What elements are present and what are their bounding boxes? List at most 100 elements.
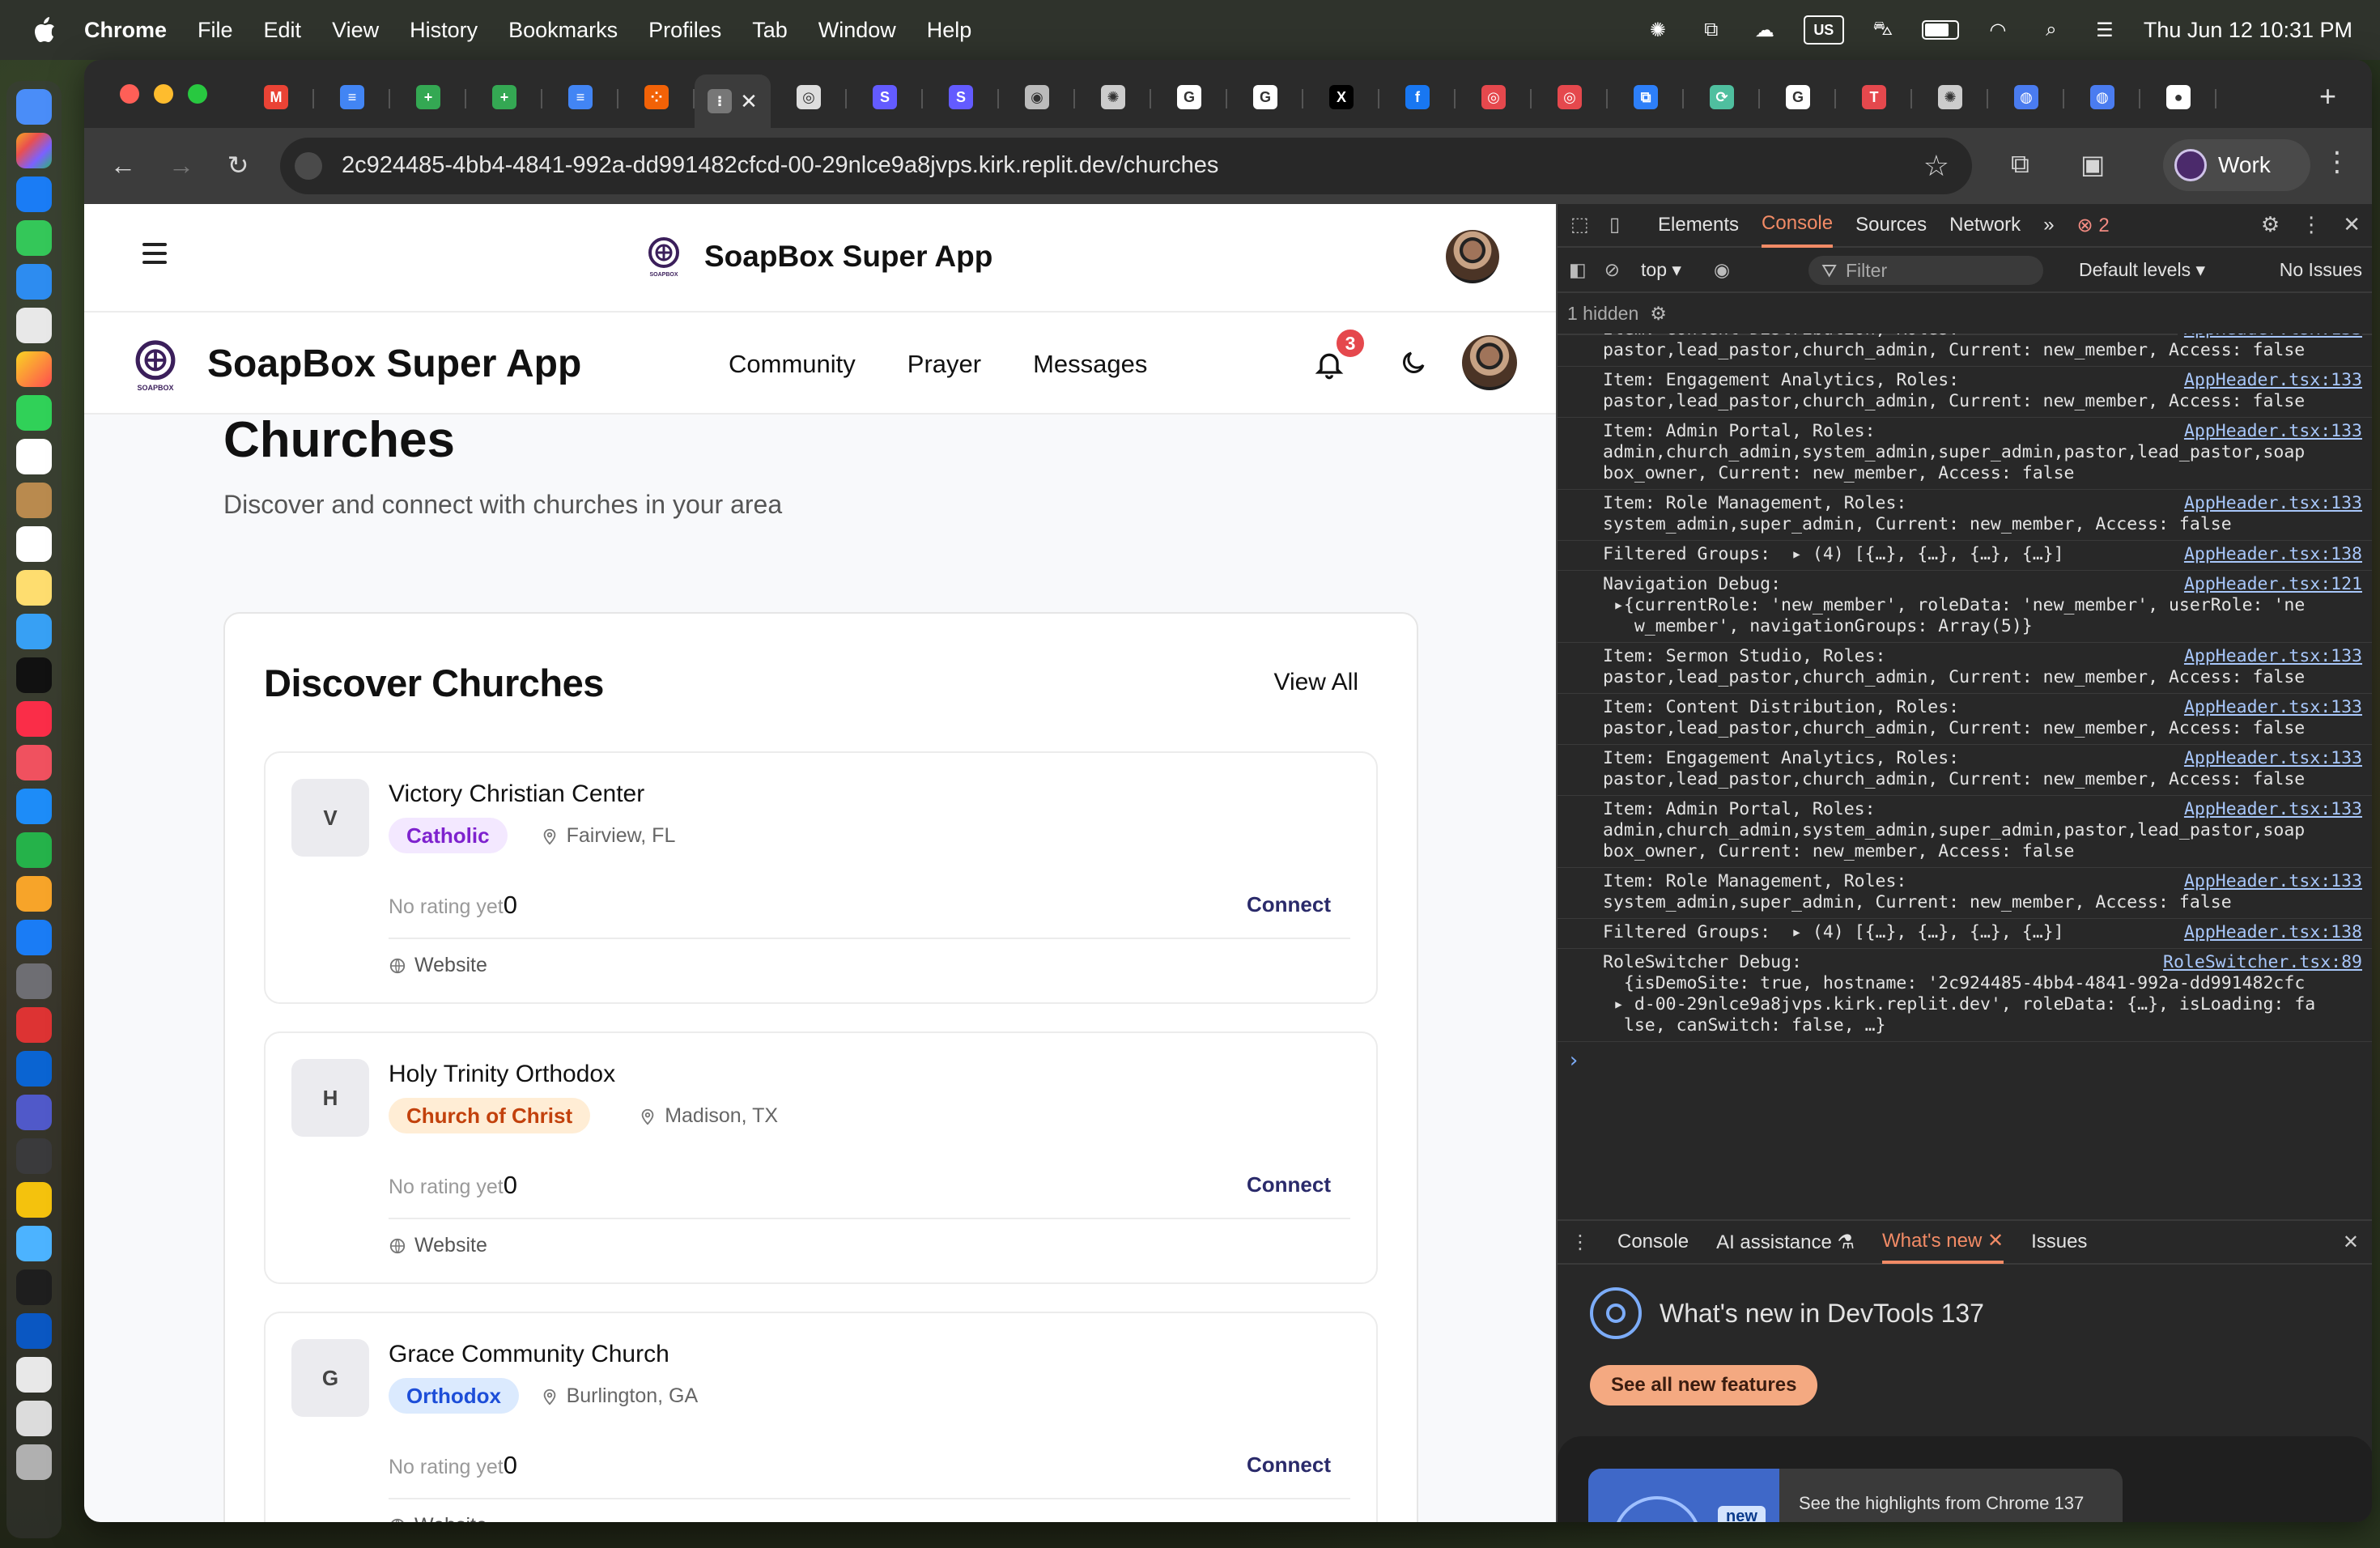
onepassword-icon[interactable] xyxy=(16,1313,52,1349)
browser-tab[interactable]: ◍ xyxy=(1988,74,2064,120)
menu-window[interactable]: Window xyxy=(818,18,896,43)
church-card[interactable]: H Holy Trinity Orthodox Church of Christ Ma… xyxy=(264,1031,1378,1284)
live-expression-eye-icon[interactable]: ◉ xyxy=(1714,259,1730,281)
browser-tab[interactable]: f xyxy=(1379,74,1456,120)
back-button[interactable]: ← xyxy=(107,149,139,181)
highlights-card[interactable]: new See the highlights from Chrome 137 xyxy=(1588,1469,2123,1522)
messages-icon[interactable] xyxy=(16,220,52,256)
browser-tab[interactable]: ⁝ ✕ xyxy=(695,74,771,128)
chatgpt-menu-icon[interactable]: ✺ xyxy=(1643,18,1672,42)
settings-gear-icon[interactable]: ⚙ xyxy=(2261,212,2280,237)
browser-tab[interactable]: ≡ xyxy=(314,74,390,120)
input-source-indicator[interactable]: US xyxy=(1803,15,1844,45)
extensions-icon[interactable]: ⧉ xyxy=(2011,149,2029,180)
mail-icon[interactable] xyxy=(16,264,52,300)
console-prompt[interactable]: › xyxy=(1558,1042,2372,1079)
pages-icon[interactable] xyxy=(16,876,52,912)
devtools-menu-icon[interactable]: ⋮ xyxy=(2301,212,2322,237)
browser-tab[interactable]: ✺ xyxy=(1075,74,1151,120)
see-all-features-button[interactable]: See all new features xyxy=(1590,1365,1818,1406)
source-link[interactable]: AppHeader.tsx:138 xyxy=(2177,544,2362,565)
browser-tab[interactable]: ◎ xyxy=(1456,74,1532,120)
cast-search-icon[interactable]: ▣ xyxy=(2080,149,2105,180)
control-center-icon[interactable]: ☰ xyxy=(2090,18,2119,42)
menu-view[interactable]: View xyxy=(332,18,379,43)
console-log-message[interactable]: Item: Content Distribution, Roles: pasto… xyxy=(1558,694,2372,745)
source-link[interactable]: AppHeader.tsx:133 xyxy=(2177,646,2362,667)
browser-tab[interactable]: G xyxy=(1227,74,1303,120)
brand-title[interactable]: SoapBox Super App xyxy=(207,342,581,386)
contacts-icon[interactable] xyxy=(16,483,52,518)
church-name[interactable]: Victory Christian Center xyxy=(389,780,644,808)
error-count[interactable]: ⊗ 2 xyxy=(2077,214,2110,237)
source-link[interactable]: AppHeader.tsx:133 xyxy=(2177,334,2362,340)
browser-tab[interactable]: S xyxy=(847,74,923,120)
browser-tab[interactable]: ● xyxy=(2140,74,2216,120)
site-info-icon[interactable] xyxy=(295,152,322,180)
source-link[interactable]: AppHeader.tsx:133 xyxy=(2177,370,2362,391)
hamburger-menu-icon[interactable] xyxy=(142,243,167,270)
drawer-tab-issues[interactable]: Issues xyxy=(2031,1223,2087,1261)
teams-icon[interactable] xyxy=(16,1095,52,1130)
menu-profiles[interactable]: Profiles xyxy=(648,18,721,43)
menu-help[interactable]: Help xyxy=(927,18,972,43)
issues-counter[interactable]: No Issues xyxy=(2280,259,2362,281)
calendar-icon[interactable] xyxy=(16,439,52,474)
connect-button[interactable]: Connect xyxy=(1247,1172,1331,1197)
address-bar[interactable]: 2c924485-4bb4-4841-992a-dd991482cfcd-00-… xyxy=(280,138,1972,194)
console-log-message[interactable]: Item: Role Management, Roles: system_adm… xyxy=(1558,868,2372,919)
maps-icon[interactable] xyxy=(16,308,52,343)
bookmark-star-icon[interactable]: ☆ xyxy=(1923,149,1949,183)
console-messages[interactable]: Item: Content Distribution, Roles: pasto… xyxy=(1558,334,2372,1169)
safari-icon[interactable] xyxy=(16,176,52,212)
connect-button[interactable]: Connect xyxy=(1247,892,1331,917)
finder-icon[interactable] xyxy=(16,89,52,125)
facetime-icon[interactable] xyxy=(16,395,52,431)
app-store-icon[interactable] xyxy=(16,920,52,955)
console-settings-icon[interactable]: ⚙ xyxy=(1650,303,1667,325)
drawer-tab-whats-new[interactable]: What's new ✕ xyxy=(1881,1221,2004,1264)
apple-tv-icon[interactable] xyxy=(16,657,52,693)
apple-icon[interactable] xyxy=(32,16,57,44)
tab-elements[interactable]: Elements xyxy=(1658,204,1739,246)
source-link[interactable]: AppHeader.tsx:133 xyxy=(2177,493,2362,514)
close-window-button[interactable] xyxy=(120,84,139,104)
nav-messages[interactable]: Messages xyxy=(1033,350,1147,379)
document-icon[interactable] xyxy=(16,1357,52,1393)
launchpad-icon[interactable] xyxy=(16,133,52,168)
slack-icon[interactable] xyxy=(16,1226,52,1261)
nav-prayer[interactable]: Prayer xyxy=(907,350,981,379)
console-log-message[interactable]: Item: Admin Portal, Roles: admin,church_… xyxy=(1558,418,2372,490)
source-link[interactable]: AppHeader.tsx:133 xyxy=(2177,748,2362,769)
menu-bookmarks[interactable]: Bookmarks xyxy=(508,18,618,43)
drawer-tab-ai-assistance[interactable]: AI assistance ⚗ xyxy=(1716,1223,1855,1262)
drawer-tab-console[interactable]: Console xyxy=(1617,1223,1689,1261)
wifi-icon[interactable]: ◠ xyxy=(1983,18,2012,42)
context-selector[interactable]: top ▾ xyxy=(1641,259,1681,281)
menu-app-name[interactable]: Chrome xyxy=(84,18,167,43)
outlook-menu-icon[interactable]: ⧉ xyxy=(1697,18,1726,42)
source-link[interactable]: AppHeader.tsx:121 xyxy=(2177,574,2362,595)
browser-tab[interactable]: ⁘ xyxy=(618,74,695,120)
terminal-icon[interactable] xyxy=(16,1269,52,1305)
console-log-message[interactable]: RoleSwitcher Debug: {isDemoSite: true, h… xyxy=(1558,949,2372,1042)
soapbox-logo[interactable]: SOAPBOX xyxy=(126,335,185,393)
zoom-window-button[interactable] xyxy=(188,84,207,104)
browser-tab[interactable]: ◎ xyxy=(1532,74,1608,120)
source-link[interactable]: AppHeader.tsx:133 xyxy=(2177,697,2362,718)
nav-community[interactable]: Community xyxy=(729,350,856,379)
chrome-dock-icon[interactable] xyxy=(16,1182,52,1218)
more-tabs-icon[interactable]: » xyxy=(2043,204,2054,246)
reload-button[interactable]: ↻ xyxy=(222,149,254,181)
preview-icon[interactable] xyxy=(16,1007,52,1043)
url-text[interactable]: 2c924485-4bb4-4841-992a-dd991482cfcd-00-… xyxy=(342,152,1218,179)
drawer-menu-icon[interactable]: ⋮ xyxy=(1570,1231,1590,1254)
close-devtools-icon[interactable]: ✕ xyxy=(2343,212,2361,237)
sidebar-toggle-icon[interactable]: ◧ xyxy=(1569,259,1587,281)
user-avatar[interactable] xyxy=(1446,230,1499,283)
browser-tab[interactable]: S xyxy=(923,74,999,120)
system-settings-icon[interactable] xyxy=(16,963,52,999)
reminders-icon[interactable] xyxy=(16,526,52,562)
log-levels-dropdown[interactable]: Default levels ▾ xyxy=(2079,259,2205,281)
clear-console-icon[interactable]: ⊘ xyxy=(1604,259,1620,281)
